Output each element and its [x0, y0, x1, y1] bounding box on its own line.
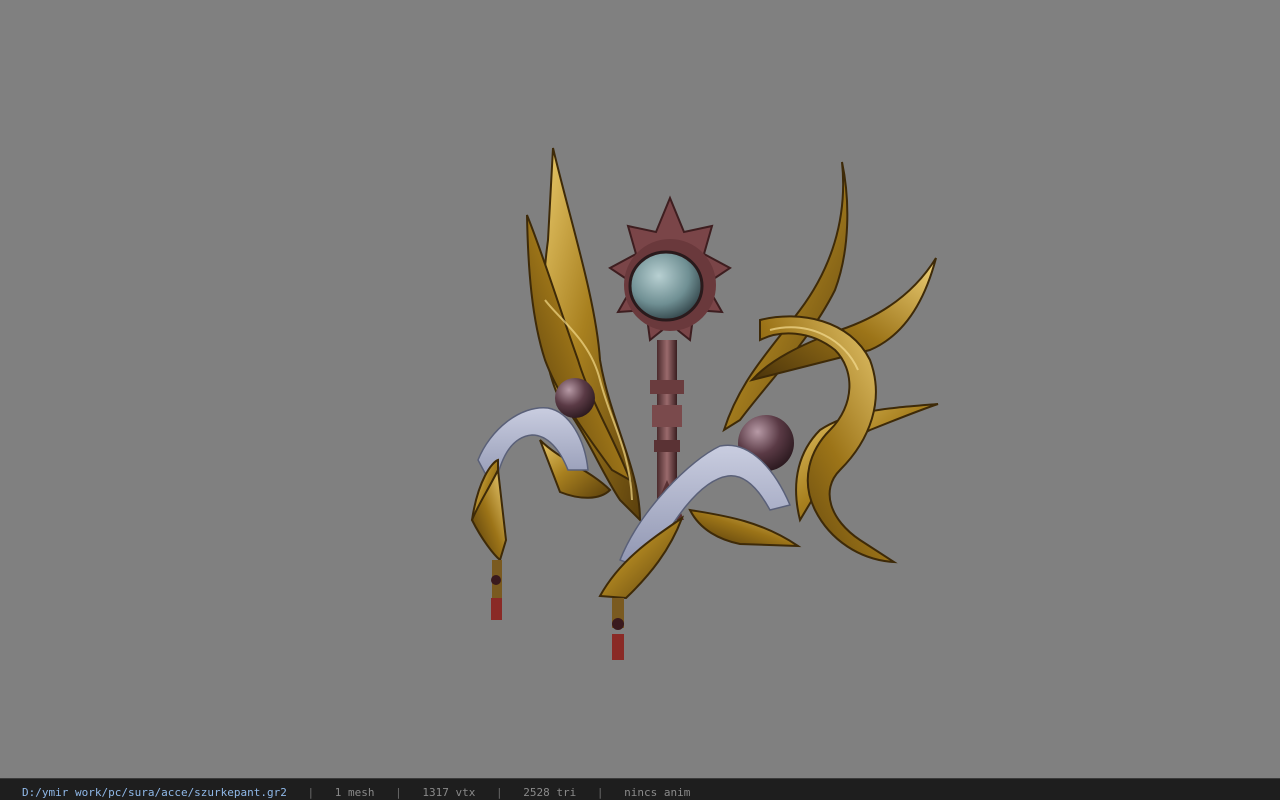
model-file-path: D:/ymir work/pc/sura/acce/szurkepant.gr2	[22, 786, 287, 799]
status-bar: D:/ymir work/pc/sura/acce/szurkepant.gr2…	[0, 778, 1280, 800]
3d-viewport[interactable]	[0, 0, 1280, 778]
status-separator: |	[596, 786, 604, 799]
right-gold-wing	[722, 161, 939, 564]
mesh-count: 1 mesh	[334, 786, 375, 799]
status-separator: |	[496, 786, 503, 799]
status-separator: |	[307, 786, 315, 799]
vertex-count: 1317 vtx	[422, 786, 476, 799]
status-separator: |	[395, 786, 402, 799]
animation-status: nincs anim	[624, 786, 691, 799]
sun-disc	[608, 195, 732, 342]
triangle-count: 2528 tri	[523, 786, 577, 799]
left-cloth-ribbon	[470, 407, 589, 620]
accessory-model-render	[470, 147, 939, 660]
